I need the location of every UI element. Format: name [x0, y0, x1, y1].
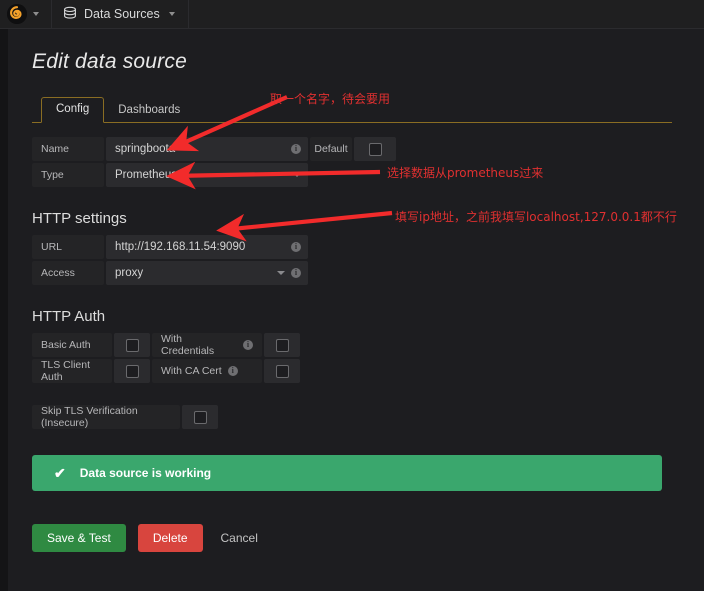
- chevron-down-icon[interactable]: [33, 12, 39, 16]
- left-rail: [0, 28, 8, 591]
- default-label: Default: [310, 137, 352, 161]
- with-ca-cert-label: With CA Cert: [161, 365, 222, 377]
- chevron-down-icon[interactable]: [293, 173, 301, 177]
- skip-tls-row: Skip TLS Verification (Insecure): [32, 405, 682, 429]
- checkbox-icon[interactable]: [125, 364, 139, 378]
- logo-menu-button[interactable]: [0, 0, 52, 28]
- basic-auth-row: Basic Auth With Credentials i: [32, 333, 682, 357]
- top-navbar: Data Sources: [0, 0, 704, 29]
- page-title: Edit data source: [32, 50, 187, 73]
- status-banner: ✔ Data source is working: [32, 455, 662, 491]
- tls-client-auth-label: TLS Client Auth: [32, 359, 112, 383]
- access-label: Access: [32, 261, 104, 285]
- skip-tls-checkbox[interactable]: [182, 405, 218, 429]
- info-icon[interactable]: i: [243, 340, 253, 350]
- tab-config[interactable]: Config: [41, 97, 105, 123]
- check-icon: ✔: [54, 465, 66, 481]
- checkbox-icon[interactable]: [125, 338, 139, 352]
- type-row: Type Prometheus: [32, 163, 682, 187]
- name-label: Name: [32, 137, 104, 161]
- with-ca-cert-checkbox[interactable]: [264, 359, 300, 383]
- save-and-test-button[interactable]: Save & Test: [32, 524, 126, 552]
- url-row: URL http://192.168.11.54:9090 i: [32, 235, 682, 259]
- url-label: URL: [32, 235, 104, 259]
- with-credentials-label: With Credentials: [161, 333, 215, 357]
- database-icon: [63, 6, 77, 23]
- datasource-settings-form: Name springboota i Default Type Promethe…: [32, 137, 682, 187]
- page-container: Edit data source Config Dashboards Name …: [8, 28, 704, 591]
- access-row: Access proxy i: [32, 261, 682, 285]
- tls-client-auth-row: TLS Client Auth With CA Cert i: [32, 359, 682, 383]
- access-value: proxy: [115, 267, 144, 279]
- url-input[interactable]: http://192.168.11.54:9090 i: [106, 235, 308, 259]
- annotation-type-note: 选择数据从prometheus过来: [387, 166, 544, 180]
- info-icon[interactable]: i: [291, 144, 301, 154]
- annotation-url-note: 填写ip地址，之前我填写localhost,127.0.0.1都不行: [395, 210, 677, 224]
- with-credentials-cell: With Credentials i: [152, 333, 262, 357]
- http-auth-title: HTTP Auth: [32, 308, 106, 325]
- annotation-name-note: 取一个名字，待会要用: [270, 92, 391, 106]
- nav-item-label: Data Sources: [84, 7, 160, 21]
- type-select[interactable]: Prometheus: [106, 163, 308, 187]
- name-value: springboota: [115, 143, 176, 155]
- http-auth-form: Basic Auth With Credentials i TLS Client…: [32, 333, 682, 429]
- delete-button[interactable]: Delete: [137, 524, 203, 552]
- chevron-down-icon[interactable]: [277, 271, 285, 275]
- access-select[interactable]: proxy i: [106, 261, 308, 285]
- tls-client-auth-checkbox[interactable]: [114, 359, 150, 383]
- status-message: Data source is working: [79, 466, 212, 480]
- basic-auth-label: Basic Auth: [32, 333, 112, 357]
- nav-item-data-sources[interactable]: Data Sources: [52, 0, 189, 28]
- info-icon[interactable]: i: [227, 366, 238, 376]
- type-value: Prometheus: [115, 169, 178, 181]
- info-icon[interactable]: i: [291, 242, 301, 252]
- type-label: Type: [32, 163, 104, 187]
- basic-auth-checkbox[interactable]: [114, 333, 150, 357]
- url-value: http://192.168.11.54:9090: [115, 241, 246, 253]
- action-buttons: Save & Test Delete Cancel: [32, 524, 682, 552]
- info-icon[interactable]: i: [291, 268, 301, 278]
- with-ca-cert-cell: With CA Cert i: [152, 359, 262, 383]
- name-row: Name springboota i Default: [32, 137, 682, 161]
- cancel-button[interactable]: Cancel: [215, 524, 273, 552]
- http-settings-form: URL http://192.168.11.54:9090 i Access p…: [32, 235, 682, 285]
- with-credentials-checkbox[interactable]: [264, 333, 300, 357]
- skip-tls-label: Skip TLS Verification (Insecure): [32, 405, 180, 429]
- tab-dashboards[interactable]: Dashboards: [104, 99, 194, 123]
- chevron-down-icon[interactable]: [168, 12, 175, 16]
- grafana-logo-icon[interactable]: [7, 4, 27, 24]
- checkbox-icon[interactable]: [193, 410, 207, 424]
- default-checkbox[interactable]: [354, 137, 396, 161]
- name-input[interactable]: springboota i: [106, 137, 308, 161]
- checkbox-icon[interactable]: [275, 338, 289, 352]
- checkbox-icon[interactable]: [368, 142, 382, 156]
- checkbox-icon[interactable]: [275, 364, 289, 378]
